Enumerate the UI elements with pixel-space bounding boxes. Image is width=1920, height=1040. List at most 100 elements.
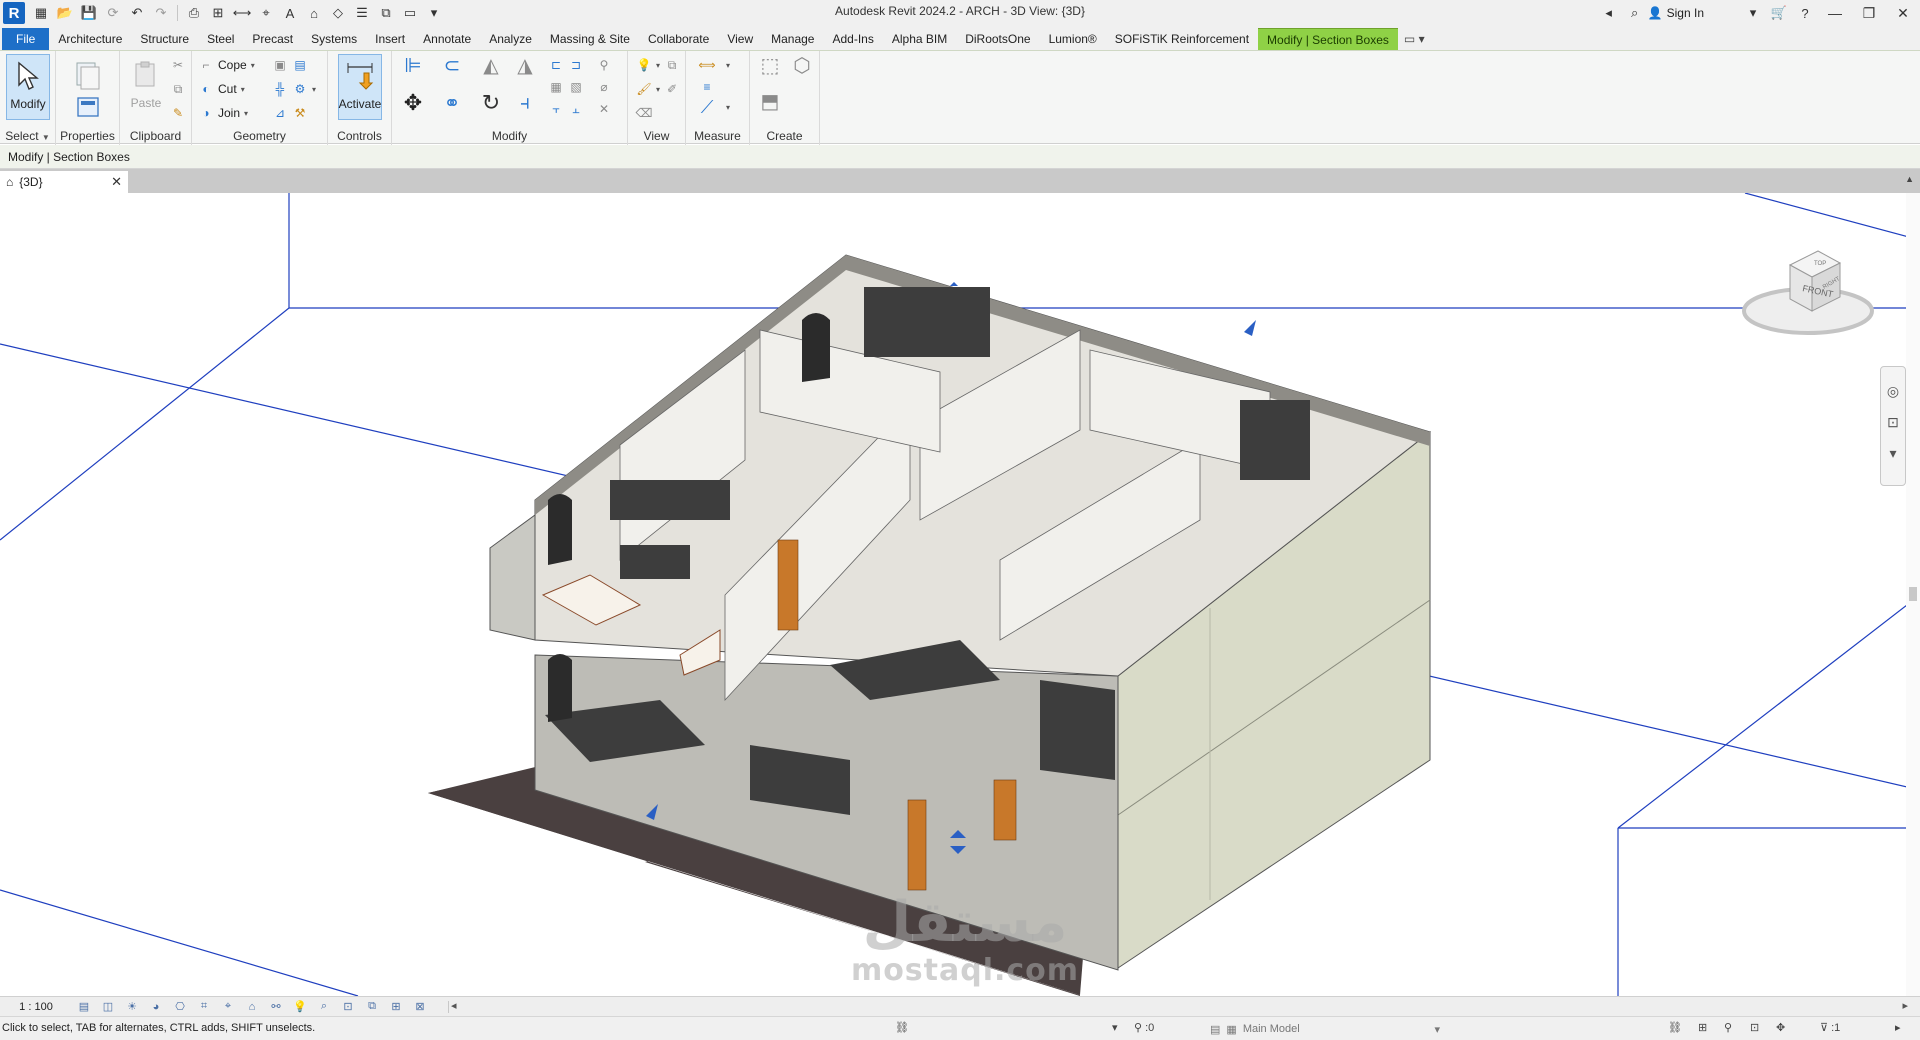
- design-options-dropdown[interactable]: ▾: [1112, 1021, 1118, 1034]
- horizontal-scrollbar[interactable]: ◂ ▸: [448, 999, 1910, 1013]
- tab-collaborate[interactable]: Collaborate: [639, 28, 718, 50]
- create-assembly-button[interactable]: ⬚ ⬡: [756, 55, 816, 77]
- cut-clipboard-button[interactable]: ✂: [170, 55, 186, 75]
- tab-massing-site[interactable]: Massing & Site: [541, 28, 639, 50]
- split-button[interactable]: ⊏ ⊐: [548, 55, 584, 75]
- chevron-left-icon[interactable]: ◂: [1600, 4, 1618, 22]
- reveal-hidden-icon[interactable]: 💡: [292, 999, 308, 1015]
- tab-systems[interactable]: Systems: [302, 28, 366, 50]
- select-links-toggle[interactable]: ⛓: [1668, 1021, 1682, 1034]
- trim-multiple-button[interactable]: ⫟ ⫠: [548, 99, 584, 119]
- close-button[interactable]: ✕: [1886, 0, 1920, 26]
- cut-geometry-button[interactable]: ◐ Cut ▾: [198, 79, 244, 99]
- chevron-down-icon[interactable]: ▾: [1744, 4, 1762, 22]
- tab-sofistik-reinforcement[interactable]: SOFiSTiK Reinforcement: [1106, 28, 1258, 50]
- drag-elements-toggle[interactable]: ✥: [1776, 1021, 1785, 1034]
- view-tab-3d[interactable]: ⌂ {3D} ✕: [0, 171, 128, 193]
- tab-manage[interactable]: Manage: [762, 28, 823, 50]
- activate-button[interactable]: Activate: [338, 54, 382, 120]
- show-crop-region-icon[interactable]: ⌖: [220, 999, 236, 1015]
- reveal-constraints-icon[interactable]: ⧉: [364, 999, 380, 1015]
- editable-only-toggle[interactable]: ⚲ :0: [1134, 1021, 1154, 1035]
- measure-icon[interactable]: ⊞: [209, 4, 227, 22]
- scroll-right-icon[interactable]: ▸: [1902, 999, 1908, 1012]
- copy-button[interactable]: ⧉: [170, 79, 186, 99]
- demolish-button[interactable]: ⊿ ⚒: [272, 103, 308, 123]
- tab-steel[interactable]: Steel: [198, 28, 243, 50]
- view-eraser-button[interactable]: ⌫: [636, 103, 653, 123]
- tab-view[interactable]: View: [718, 28, 762, 50]
- text-icon[interactable]: A: [281, 4, 299, 22]
- select-underlay-toggle[interactable]: ⊞: [1698, 1021, 1707, 1034]
- tab-file[interactable]: File: [2, 28, 50, 50]
- view-tabs-overflow-icon[interactable]: ▲: [1905, 174, 1914, 184]
- close-view-icon[interactable]: ✕: [111, 174, 122, 190]
- unpin-button[interactable]: ⌀: [596, 77, 612, 97]
- 3d-model-view[interactable]: [0, 193, 1920, 996]
- create-group-button[interactable]: ⬒: [756, 91, 784, 113]
- worksets-button[interactable]: ⛓: [895, 1021, 909, 1034]
- tab-diroots-one[interactable]: DiRootsOne: [956, 28, 1039, 50]
- lock-3d-view-icon[interactable]: ⌂: [244, 999, 260, 1015]
- temporary-hide-icon[interactable]: ⚯: [268, 999, 284, 1015]
- mirror-draw-button[interactable]: ◮: [512, 55, 538, 77]
- thin-lines-icon[interactable]: ☰: [353, 4, 371, 22]
- close-hidden-icon[interactable]: ⧉: [377, 4, 395, 22]
- tab-add-ins[interactable]: Add-Ins: [823, 28, 882, 50]
- sync-icon[interactable]: ⟳: [104, 4, 122, 22]
- rotate-button[interactable]: ↻: [478, 90, 504, 115]
- copy-modify-button[interactable]: ⚭: [438, 93, 466, 115]
- tab-modify-section-boxes[interactable]: Modify | Section Boxes: [1258, 28, 1398, 50]
- tab-alpha-bim[interactable]: Alpha BIM: [883, 28, 956, 50]
- trim-button[interactable]: ⫞: [512, 92, 538, 114]
- select-by-face-toggle[interactable]: ⊡: [1750, 1021, 1759, 1034]
- paste-button[interactable]: Paste: [124, 54, 168, 120]
- select-pinned-toggle[interactable]: ⚲: [1724, 1021, 1732, 1034]
- linework-button[interactable]: 🖌 ▾ ✐: [636, 79, 680, 99]
- scroll-thumb[interactable]: [1909, 587, 1917, 601]
- tab-insert[interactable]: Insert: [366, 28, 414, 50]
- viewcube[interactable]: FRONT TOP RIGHT: [1740, 241, 1880, 351]
- tab-analyze[interactable]: Analyze: [480, 28, 541, 50]
- tab-lumion[interactable]: Lumion®: [1040, 28, 1106, 50]
- analytical-model-icon[interactable]: ⊞: [388, 999, 404, 1015]
- aligned-dimension-icon[interactable]: ⟷: [233, 4, 252, 22]
- measure-list-button[interactable]: ≡: [692, 77, 722, 97]
- crop-view-icon[interactable]: ⌗: [196, 999, 212, 1015]
- customize-toolbar-icon[interactable]: ▾: [425, 4, 443, 22]
- minimize-button[interactable]: —: [1818, 0, 1852, 26]
- section-icon[interactable]: ◇: [329, 4, 347, 22]
- sign-in-button[interactable]: 👤 Sign In: [1648, 6, 1704, 20]
- modify-button[interactable]: Modify: [6, 54, 50, 120]
- move-button[interactable]: ✥: [400, 90, 426, 115]
- align-button[interactable]: ⊫: [400, 55, 426, 77]
- wall-joins-button[interactable]: ╬ ⚙ ▾: [272, 79, 316, 99]
- filter-button[interactable]: ⊽ :1: [1820, 1021, 1840, 1035]
- tag-icon[interactable]: ⌖: [257, 4, 275, 22]
- restore-button[interactable]: ❐: [1852, 0, 1886, 26]
- view-scale[interactable]: 1 : 100: [0, 1001, 72, 1013]
- measure-between-button[interactable]: ⟺ ▾: [692, 55, 730, 75]
- default-3d-view-icon[interactable]: ⌂: [305, 4, 323, 22]
- tab-structure[interactable]: Structure: [131, 28, 198, 50]
- delete-button[interactable]: ✕: [596, 99, 612, 119]
- detail-level-icon[interactable]: ▤: [76, 999, 92, 1015]
- highlight-displacement-icon[interactable]: ⊠: [412, 999, 428, 1015]
- scroll-left-icon[interactable]: ◂: [451, 999, 457, 1012]
- open-icon[interactable]: 📂: [56, 4, 74, 22]
- nav-chevron-down-icon[interactable]: ▾: [1889, 445, 1896, 462]
- switch-windows-icon[interactable]: ▭: [401, 4, 419, 22]
- render-icon[interactable]: ⎔: [172, 999, 188, 1015]
- undo-icon[interactable]: ↶: [128, 4, 146, 22]
- save-icon[interactable]: 💾: [80, 4, 98, 22]
- pin-button[interactable]: ⚲: [596, 55, 612, 75]
- print-icon[interactable]: ⎙: [185, 4, 203, 22]
- properties-button[interactable]: [66, 95, 110, 125]
- active-model-selector[interactable]: ▤ ▦ Main Model ▾: [1210, 1019, 1440, 1039]
- panel-select-label[interactable]: Select ▼: [0, 129, 55, 143]
- help-icon[interactable]: ?: [1796, 4, 1814, 22]
- split-face-button[interactable]: ▣ ▤: [272, 55, 308, 75]
- shadows-icon[interactable]: ◕: [148, 999, 164, 1015]
- home-grid-icon[interactable]: ▦: [32, 4, 50, 22]
- cart-icon[interactable]: 🛒: [1770, 4, 1788, 22]
